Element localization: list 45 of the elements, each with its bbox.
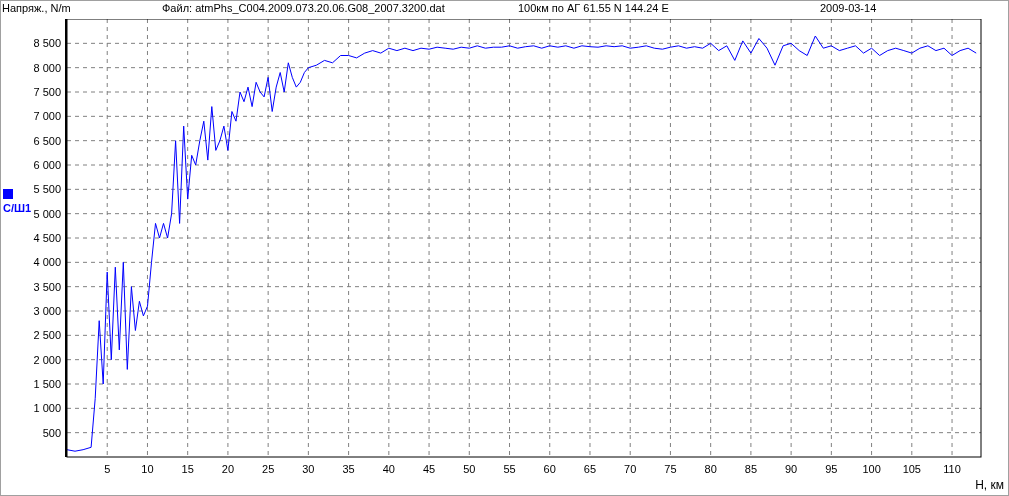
y-tick-label: 3 500 bbox=[33, 280, 61, 293]
location-label: 100км по АГ 61.55 N 144.24 E bbox=[518, 1, 670, 15]
x-tick-label: 25 bbox=[262, 463, 275, 475]
y-tick-label: 7 000 bbox=[33, 110, 61, 123]
axis-title: Напряж., N/m bbox=[2, 1, 72, 15]
x-tick-label: 100 bbox=[862, 463, 881, 475]
x-tick-label: 50 bbox=[463, 463, 476, 475]
x-tick-label: 20 bbox=[221, 463, 235, 475]
x-tick-label: 85 bbox=[744, 463, 757, 475]
y-tick-label: 8 500 bbox=[33, 37, 61, 50]
x-tick-label: 40 bbox=[382, 463, 395, 475]
x-tick-label: 30 bbox=[302, 463, 315, 475]
y-tick-label: 6 500 bbox=[33, 134, 61, 147]
x-tick-label: 5 bbox=[104, 463, 111, 475]
x-tick-label: 90 bbox=[785, 463, 798, 475]
y-tick-label: 2 000 bbox=[33, 353, 61, 366]
x-tick-label: 55 bbox=[503, 463, 516, 475]
file-name: Файл: atmPhs_C004.2009.073.20.06.G08_2007.3200.dat bbox=[162, 1, 446, 15]
y-tick-label: 1 000 bbox=[33, 402, 61, 415]
x-tick-label: 10 bbox=[141, 463, 154, 475]
y-tick-label: 3 000 bbox=[33, 305, 61, 317]
x-tick-label: 105 bbox=[902, 463, 921, 475]
y-tick-label: 5 500 bbox=[33, 183, 61, 196]
x-tick-label: 75 bbox=[664, 463, 677, 475]
y-tick-label: 7 500 bbox=[33, 86, 61, 98]
x-axis-label: H, км bbox=[975, 478, 1004, 492]
legend-label: С/Ш1 bbox=[3, 202, 32, 214]
x-tick-label: 35 bbox=[342, 463, 355, 475]
y-tick-label: 4 500 bbox=[33, 232, 61, 244]
y-tick-label: 500 bbox=[42, 426, 61, 439]
x-tick-label: 95 bbox=[825, 463, 838, 475]
y-tick-label: 4 000 bbox=[33, 256, 61, 269]
y-tick-label: 2 500 bbox=[33, 329, 61, 342]
x-tick-label: 45 bbox=[422, 463, 436, 475]
x-tick-label: 70 bbox=[624, 463, 637, 475]
y-tick-label: 5 000 bbox=[33, 207, 61, 220]
date-label: 2009-03-14 bbox=[820, 1, 877, 15]
y-tick-label: 1 500 bbox=[33, 378, 61, 390]
x-tick-label: 60 bbox=[543, 463, 556, 475]
x-tick-label: 65 bbox=[583, 463, 597, 475]
y-tick-label: 8 000 bbox=[33, 61, 61, 74]
x-tick-label: 110 bbox=[943, 463, 961, 475]
x-tick-label: 80 bbox=[704, 463, 717, 475]
x-tick-label: 15 bbox=[181, 463, 194, 475]
y-tick-label: 6 000 bbox=[33, 159, 61, 171]
